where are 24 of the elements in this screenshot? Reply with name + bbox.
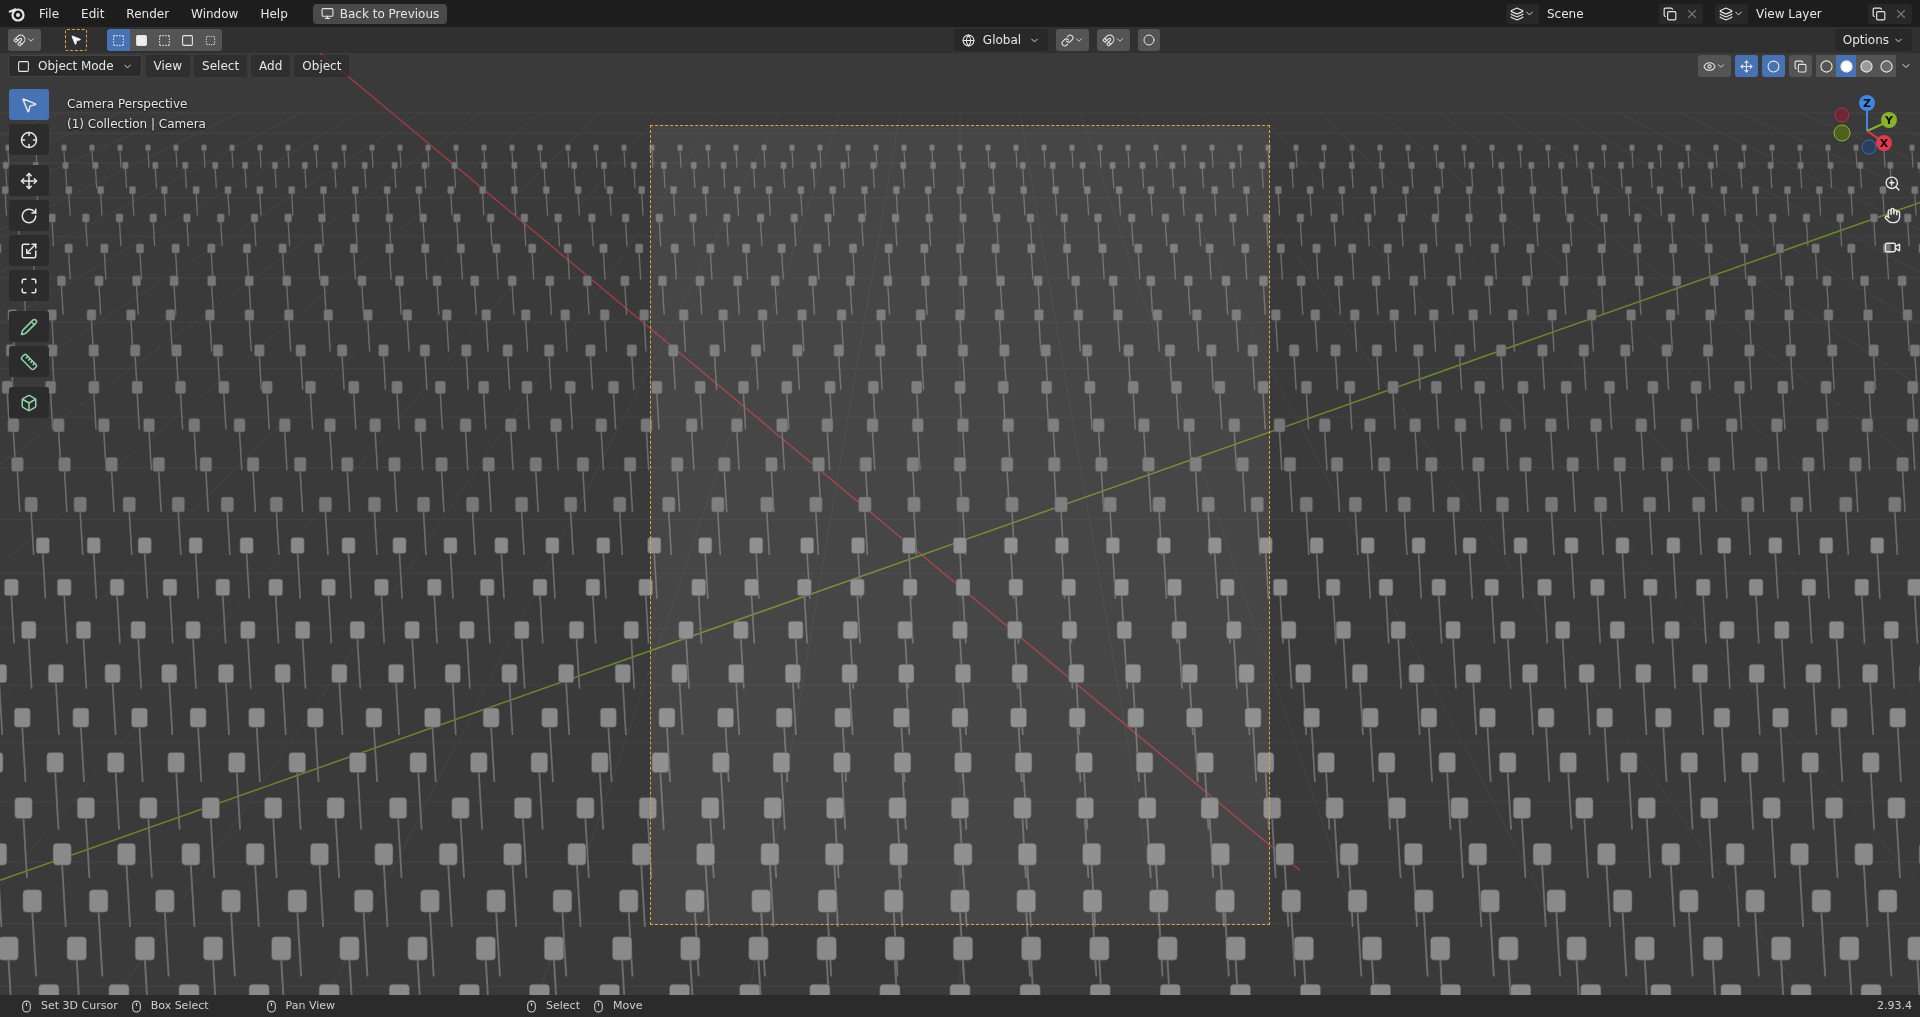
menu-item[interactable]: Add xyxy=(251,55,291,77)
back-to-previous-button[interactable]: Back to Previous xyxy=(312,3,448,24)
menu-item[interactable]: Edit xyxy=(72,2,114,25)
status-hint: Select xyxy=(546,997,580,1014)
menu-item[interactable]: Object xyxy=(294,55,350,77)
status-hint: Set 3D Cursor xyxy=(41,997,118,1014)
menu-item[interactable]: View xyxy=(145,55,191,77)
menu-item[interactable]: Window xyxy=(182,2,248,25)
status-hint: Box Select xyxy=(150,997,209,1014)
orientation-dropdown[interactable]: Global xyxy=(953,29,1049,51)
menu-item[interactable]: Help xyxy=(251,2,297,25)
menu-item[interactable]: Render xyxy=(117,2,179,25)
status-hint: Pan View xyxy=(285,997,336,1014)
scene-name-field[interactable]: Scene xyxy=(1539,3,1659,24)
version-label: 2.93.4 xyxy=(1877,997,1912,1014)
view-name-label: Camera Perspective xyxy=(67,96,189,113)
options-dropdown[interactable]: Options xyxy=(1834,29,1912,51)
view-layer-name-field[interactable]: View Layer xyxy=(1748,3,1868,24)
mode-dropdown[interactable]: Object Mode xyxy=(8,55,142,77)
menu-item[interactable]: Select xyxy=(194,55,248,77)
navigation-gizmo[interactable]: Z Y X xyxy=(1832,93,1902,163)
status-hint: Move xyxy=(612,997,643,1014)
collection-label: (1) Collection | Camera xyxy=(67,116,206,133)
menu-item[interactable]: File xyxy=(30,2,69,25)
